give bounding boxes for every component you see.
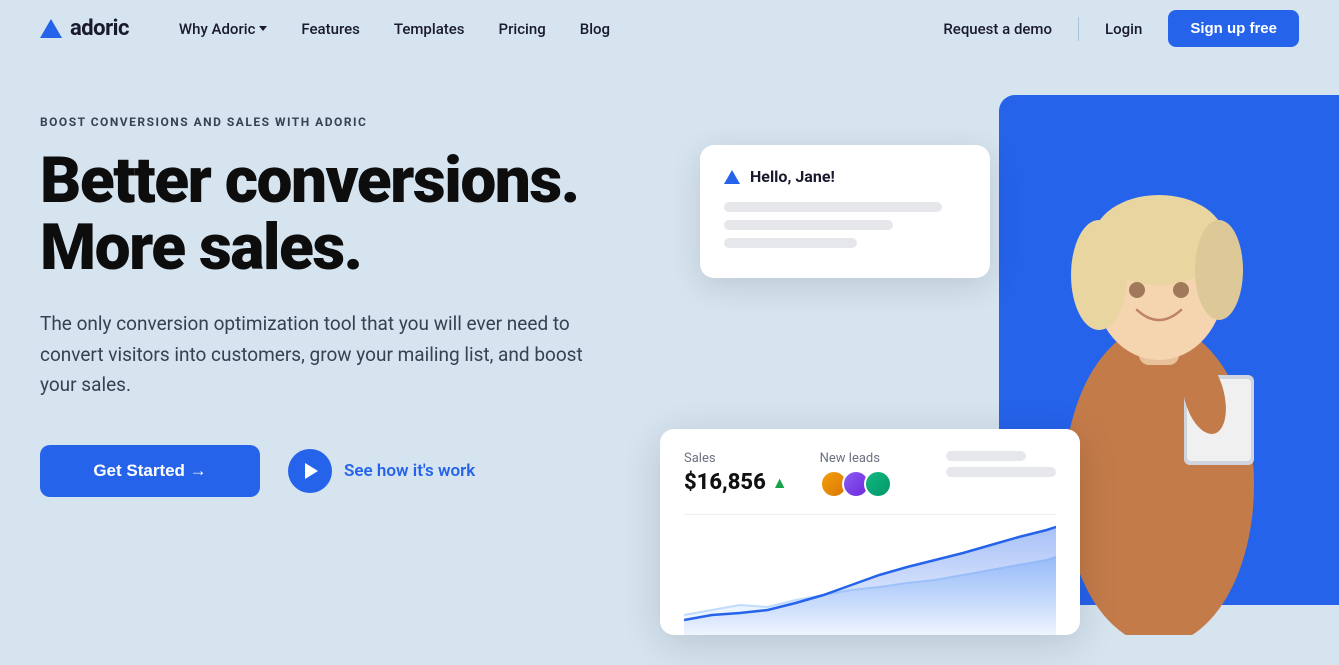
notif-line-1 <box>724 202 942 212</box>
hero-visual: Hello, Jane! Sales $16,856 ▲ New leads <box>680 105 1299 665</box>
dashboard-card: Sales $16,856 ▲ New leads <box>660 429 1080 635</box>
sales-metric: Sales $16,856 ▲ <box>684 451 788 495</box>
nav-item-why-adoric[interactable]: Why Adoric <box>165 14 281 44</box>
nav-item-templates[interactable]: Templates <box>380 14 479 44</box>
leads-avatars <box>820 470 892 498</box>
nav-links: Why Adoric Features Templates Pricing Bl… <box>165 14 929 44</box>
notif-header: Hello, Jane! <box>724 167 966 186</box>
sales-label: Sales <box>684 451 788 466</box>
get-started-button[interactable]: Get Started → <box>40 445 260 497</box>
play-triangle-icon <box>305 463 318 479</box>
chevron-down-icon <box>259 26 267 31</box>
dashboard-chart <box>684 515 1056 635</box>
hero-buttons: Get Started → See how it's work <box>40 445 680 497</box>
hero-title-line2: More sales. <box>40 210 362 285</box>
notif-logo-icon <box>724 170 740 184</box>
notification-card: Hello, Jane! <box>700 145 990 278</box>
hero-subtitle: The only conversion optimization tool th… <box>40 309 600 400</box>
logo-wordmark: adoric <box>70 16 129 41</box>
notif-greeting: Hello, Jane! <box>750 167 835 186</box>
leads-label: New leads <box>820 451 892 466</box>
avatar-3 <box>864 470 892 498</box>
sales-value: $16,856 ▲ <box>684 470 788 495</box>
leads-metric: New leads <box>820 451 892 498</box>
hero-eyebrow: BOOST CONVERSIONS AND SALES WITH ADORIC <box>40 115 680 129</box>
navbar: adoric Why Adoric Features Templates Pri… <box>0 0 1339 57</box>
notif-line-2 <box>724 220 893 230</box>
notif-line-3 <box>724 238 857 248</box>
see-how-button[interactable]: See how it's work <box>288 449 475 493</box>
metric-placeholder <box>946 451 1056 483</box>
nav-divider <box>1078 17 1079 41</box>
placeholder-bar-2 <box>946 467 1056 477</box>
nav-item-features[interactable]: Features <box>287 14 373 44</box>
hero-content: BOOST CONVERSIONS AND SALES WITH ADORIC … <box>40 105 680 665</box>
hero-title: Better conversions. More sales. <box>40 147 680 281</box>
signup-button[interactable]: Sign up free <box>1168 10 1299 47</box>
hero-title-line1: Better conversions. <box>40 143 579 218</box>
up-arrow-icon: ▲ <box>772 473 788 493</box>
request-demo-button[interactable]: Request a demo <box>929 14 1066 44</box>
logo[interactable]: adoric <box>40 16 129 41</box>
hero-section: BOOST CONVERSIONS AND SALES WITH ADORIC … <box>0 57 1339 665</box>
dash-metrics: Sales $16,856 ▲ New leads <box>684 451 1056 498</box>
placeholder-bar-1 <box>946 451 1026 461</box>
nav-right: Request a demo Login Sign up free <box>929 10 1299 47</box>
login-button[interactable]: Login <box>1091 14 1156 44</box>
logo-icon <box>40 19 62 38</box>
play-icon <box>288 449 332 493</box>
nav-item-pricing[interactable]: Pricing <box>485 14 560 44</box>
nav-item-blog[interactable]: Blog <box>566 14 624 44</box>
